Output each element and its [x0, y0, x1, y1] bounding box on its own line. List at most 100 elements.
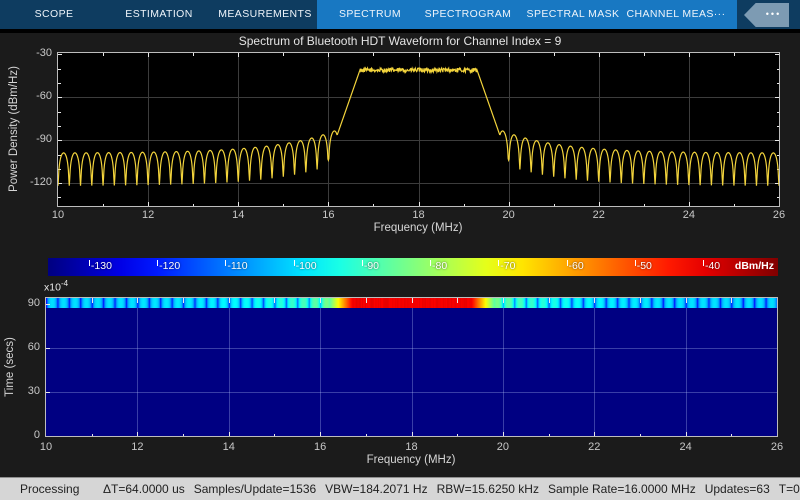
spectrum-x-tick-label: 18: [406, 209, 432, 221]
colorbar-tick: [157, 260, 158, 266]
axis-tick: [46, 392, 50, 393]
status-metric: Sample Rate=16.0000 MHz: [548, 482, 696, 496]
toolstrip-overflow-button[interactable]: •••: [744, 3, 789, 27]
spectrum-analyzer-window: SCOPE ESTIMATION MEASUREMENTS SPECTRUM SPECT…: [0, 0, 800, 500]
gridline-vertical: [320, 298, 321, 436]
spectrum-y-tick-label: -120: [20, 176, 52, 188]
colorbar-tick-label: -50: [637, 260, 652, 272]
axis-tick: [229, 298, 230, 303]
axis-tick: [183, 434, 184, 437]
tab-channel-meas-[interactable]: CHANNEL MEAS···: [627, 0, 726, 29]
tab-spectral-mask[interactable]: SPECTRAL MASK: [527, 0, 620, 29]
spectrogram-y-tick-label: 60: [8, 341, 40, 353]
colorbar-tick: [430, 260, 431, 266]
axis-tick: [412, 298, 413, 303]
gridline-horizontal: [46, 392, 777, 393]
power-density-trace: [58, 68, 779, 186]
spectrogram-x-tick-label: 22: [581, 441, 607, 453]
tab-bar-divider: [0, 29, 800, 33]
axis-tick: [503, 298, 504, 303]
toolstrip-tab-bar: SCOPE ESTIMATION MEASUREMENTS SPECTRUM SPECT…: [0, 0, 800, 29]
colorbar-tick-label: -120: [159, 260, 180, 272]
axis-tick: [594, 432, 595, 436]
tab-measurements[interactable]: MEASUREMENTS: [218, 0, 311, 29]
status-metrics: ΔT=64.0000 usSamples/Update=1536VBW=184.…: [103, 482, 800, 496]
colorbar-tick-label: -90: [364, 260, 379, 272]
spectrum-y-tick-label: -90: [20, 133, 52, 145]
axis-tick: [137, 432, 138, 436]
colorbar-tick: [567, 260, 568, 266]
axis-tick: [457, 298, 458, 303]
tab-estimation[interactable]: ESTIMATION: [125, 0, 192, 29]
status-metric: T=0.0060480: [779, 482, 800, 496]
colorbar-tick-label: -100: [296, 260, 317, 272]
spectrum-x-tick-label: 12: [135, 209, 161, 221]
axis-tick: [366, 298, 367, 303]
axis-tick: [46, 304, 50, 305]
axis-tick: [457, 434, 458, 437]
spectrogram-x-tick-label: 12: [124, 441, 150, 453]
axis-tick: [274, 434, 275, 437]
colorbar-tick-label: -110: [227, 260, 247, 272]
axis-tick: [320, 432, 321, 436]
colorbar-tick-label: -70: [500, 260, 515, 272]
axis-tick: [731, 298, 732, 303]
spectrogram-x-tick-label: 14: [216, 441, 242, 453]
spectrum-x-tick-label: 26: [766, 209, 792, 221]
spectrum-trace: [58, 53, 779, 206]
axis-tick: [137, 298, 138, 303]
spectrogram-axis-multiplier: x10-4: [44, 279, 68, 294]
spectrogram-y-tick-label: 0: [8, 429, 40, 441]
axis-tick: [412, 432, 413, 436]
spectrogram-plot-area[interactable]: [45, 297, 778, 437]
colorbar-tick: [362, 260, 363, 266]
gridline-vertical: [594, 298, 595, 436]
spectrum-plot-title: Spectrum of Bluetooth HDT Waveform for C…: [0, 34, 800, 48]
gridline-vertical: [412, 298, 413, 436]
status-metric: Updates=63: [705, 482, 770, 496]
spectrum-y-axis-label: Power Density (dBm/Hz): [8, 66, 20, 192]
status-metric: RBW=15.6250 kHz: [437, 482, 539, 496]
axis-tick: [46, 348, 50, 349]
axis-tick: [366, 434, 367, 437]
axis-tick: [731, 434, 732, 437]
axis-tick: [274, 298, 275, 303]
more-options-icon: •••: [758, 3, 789, 27]
spectrogram-y-tick-label: 30: [8, 385, 40, 397]
tab-scope[interactable]: SCOPE: [35, 0, 74, 29]
gridline-vertical: [686, 298, 687, 436]
spectrum-x-tick-label: 14: [225, 209, 251, 221]
spectrogram-x-tick-label: 20: [490, 441, 516, 453]
gridline-vertical: [503, 298, 504, 436]
spectrum-x-axis-label: Frequency (MHz): [374, 222, 463, 234]
spectrogram-x-tick-label: 26: [764, 441, 790, 453]
spectrogram-x-tick-label: 18: [399, 441, 425, 453]
axis-tick: [549, 298, 550, 303]
colorbar-tick: [703, 260, 704, 266]
axis-tick: [183, 298, 184, 303]
axis-tick: [549, 434, 550, 437]
colorbar-tick: [635, 260, 636, 266]
spectrum-plot-area[interactable]: [57, 52, 780, 207]
axis-tick: [686, 432, 687, 436]
spectrogram-x-tick-label: 16: [307, 441, 333, 453]
colorbar-tick: [294, 260, 295, 266]
spectrogram-x-axis-label: Frequency (MHz): [367, 454, 456, 466]
spectrum-x-tick-label: 20: [496, 209, 522, 221]
tab-spectrum[interactable]: SPECTRUM: [339, 0, 401, 29]
colorbar-tick: [89, 260, 90, 266]
spectrum-x-tick-label: 24: [676, 209, 702, 221]
gridline-horizontal: [46, 348, 777, 349]
axis-tick: [503, 432, 504, 436]
axis-tick: [686, 298, 687, 303]
colorbar-tick-label: -60: [569, 260, 584, 272]
tab-spectrogram[interactable]: SPECTROGRAM: [425, 0, 512, 29]
status-metric: Samples/Update=1536: [194, 482, 316, 496]
spectrum-x-tick-label: 16: [315, 209, 341, 221]
gridline-vertical: [229, 298, 230, 436]
spectrogram-y-tick-label: 90: [8, 297, 40, 309]
colorbar-tick-label: -130: [91, 260, 112, 272]
status-bar: Processing ΔT=64.0000 usSamples/Update=1…: [0, 477, 800, 500]
axis-tick: [229, 432, 230, 436]
axis-tick: [92, 434, 93, 437]
